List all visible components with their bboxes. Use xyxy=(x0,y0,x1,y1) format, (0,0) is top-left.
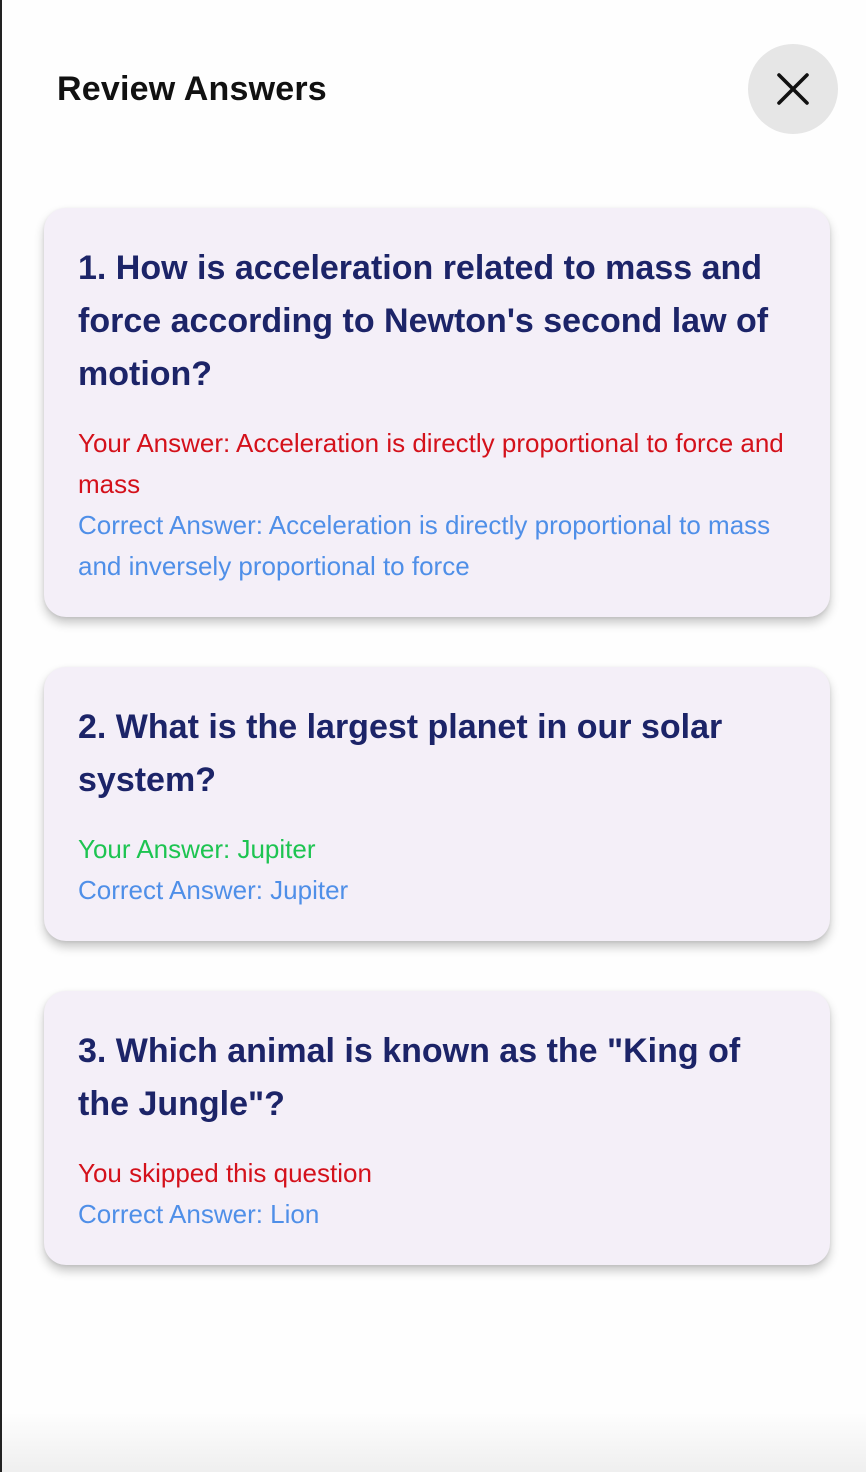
skipped-notice: You skipped this question xyxy=(78,1158,372,1188)
review-answers-screen: Review Answers 1. How is acceleration re… xyxy=(0,0,866,1472)
question-card: 3. Which animal is known as the "King of… xyxy=(44,991,830,1265)
user-answer: Your Answer: Jupiter xyxy=(78,834,316,864)
answer-review-list: 1. How is acceleration related to mass a… xyxy=(44,208,830,1315)
user-answer: Your Answer: Acceleration is directly pr… xyxy=(78,428,784,499)
close-icon xyxy=(777,73,809,105)
question-text: 1. How is acceleration related to mass a… xyxy=(78,249,769,393)
question-card: 2. What is the largest planet in our sol… xyxy=(44,667,830,941)
question-text: 3. Which animal is known as the "King of… xyxy=(78,1032,741,1123)
page-title: Review Answers xyxy=(57,70,327,108)
close-button[interactable] xyxy=(748,44,838,134)
question-card: 1. How is acceleration related to mass a… xyxy=(44,208,830,617)
correct-answer: Correct Answer: Jupiter xyxy=(78,875,349,905)
correct-answer: Correct Answer: Lion xyxy=(78,1199,320,1229)
question-text: 2. What is the largest planet in our sol… xyxy=(78,708,723,799)
header: Review Answers xyxy=(2,0,866,180)
correct-answer: Correct Answer: Acceleration is directly… xyxy=(78,510,771,581)
bottom-fade xyxy=(2,1412,866,1472)
